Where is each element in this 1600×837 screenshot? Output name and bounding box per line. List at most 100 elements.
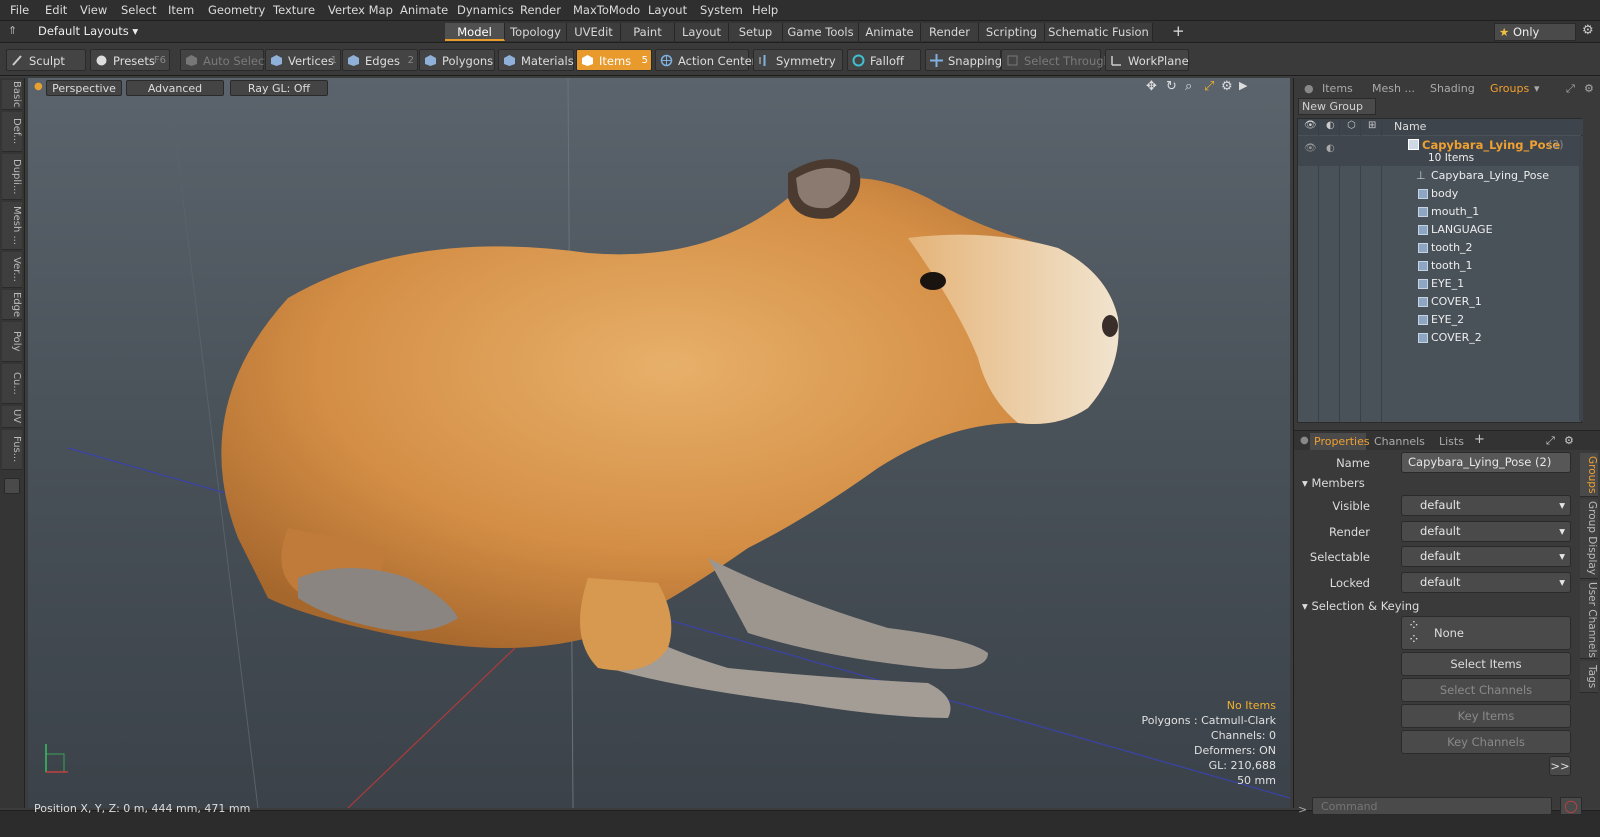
side-tab-user-channels[interactable]: User Channels bbox=[1580, 581, 1598, 659]
menu-view[interactable]: View bbox=[80, 3, 107, 17]
sculpt-button[interactable]: Sculpt bbox=[6, 49, 86, 71]
selection-set-button[interactable]: ⁘ ⁘ None bbox=[1401, 616, 1571, 650]
left-tab-poly[interactable]: Poly bbox=[2, 322, 22, 362]
viewport-expand-icon[interactable]: ▶ bbox=[1239, 79, 1247, 92]
left-tab-uv[interactable]: UV bbox=[2, 406, 22, 428]
tree-item-row[interactable]: EYE_2 bbox=[1298, 311, 1583, 329]
edges-button[interactable]: Edges 2 bbox=[342, 49, 418, 71]
left-tab-cu[interactable]: Cu... bbox=[2, 364, 22, 404]
tree-item-row[interactable]: COVER_2 bbox=[1298, 329, 1583, 347]
new-group-button[interactable]: New Group bbox=[1298, 98, 1376, 115]
tree-item-row[interactable]: COVER_1 bbox=[1298, 293, 1583, 311]
tree-scrollbar[interactable] bbox=[1579, 136, 1583, 421]
presets-button[interactable]: Presets F6 bbox=[90, 49, 170, 71]
maximize-view-icon[interactable]: ⤢ bbox=[1204, 79, 1214, 94]
render-dropdown[interactable]: default ▾ bbox=[1401, 521, 1571, 542]
tree-item-row[interactable]: mouth_1 bbox=[1298, 203, 1583, 221]
rotate-view-icon[interactable]: ↻ bbox=[1166, 79, 1177, 94]
side-tab-group-display[interactable]: Group Display bbox=[1580, 499, 1598, 579]
more-button[interactable]: >> bbox=[1549, 756, 1571, 776]
props-tab-properties[interactable]: Properties bbox=[1310, 433, 1370, 450]
menu-layout[interactable]: Layout bbox=[648, 3, 687, 17]
panel-settings-icon[interactable]: ⚙ bbox=[1584, 82, 1594, 95]
tree-item-row[interactable]: EYE_1 bbox=[1298, 275, 1583, 293]
tree-item-row[interactable]: tooth_1 bbox=[1298, 257, 1583, 275]
group-eye-icon[interactable]: 👁 bbox=[1304, 140, 1317, 158]
tab-setup[interactable]: Setup bbox=[729, 23, 783, 41]
snapping-button[interactable]: Snapping bbox=[925, 49, 1002, 71]
left-tab-edge[interactable]: Edge bbox=[2, 290, 22, 320]
move-view-icon[interactable]: ✥ bbox=[1146, 79, 1157, 94]
menu-geometry[interactable]: Geometry bbox=[208, 3, 265, 17]
menu-render[interactable]: Render bbox=[520, 3, 561, 17]
menu-file[interactable]: File bbox=[10, 3, 29, 17]
locked-dropdown[interactable]: default ▾ bbox=[1401, 572, 1571, 593]
panel-tab-mesh[interactable]: Mesh ... bbox=[1372, 82, 1415, 95]
falloff-button[interactable]: Falloff bbox=[847, 49, 921, 71]
tab-scripting[interactable]: Scripting bbox=[979, 23, 1045, 41]
tree-group-row[interactable]: 👁 ◐ Capybara_Lying_Pose (2) 10 Items bbox=[1298, 136, 1583, 166]
side-tab-tags[interactable]: Tags bbox=[1580, 661, 1598, 693]
panel-tabs-more-icon[interactable]: ▾ bbox=[1534, 82, 1540, 95]
menu-animate[interactable]: Animate bbox=[400, 3, 448, 17]
panel-maximize-icon[interactable]: ⤢ bbox=[1566, 82, 1575, 96]
panel-tab-groups[interactable]: Groups bbox=[1490, 82, 1529, 95]
menu-vertex-map[interactable]: Vertex Map bbox=[328, 3, 393, 17]
shading-mode-button[interactable]: Advanced bbox=[126, 80, 224, 96]
tab-animate[interactable]: Animate bbox=[859, 23, 921, 41]
left-tab-extra-button[interactable] bbox=[4, 478, 20, 494]
3d-viewport[interactable]: ● Perspective Advanced Ray GL: Off ✥ ↻ ⌕… bbox=[28, 78, 1290, 808]
menu-system[interactable]: System bbox=[700, 3, 743, 17]
props-maximize-icon[interactable]: ⤢ bbox=[1546, 434, 1555, 448]
menu-texture[interactable]: Texture bbox=[273, 3, 315, 17]
menu-edit[interactable]: Edit bbox=[45, 3, 67, 17]
auto-select-button[interactable]: Auto Select bbox=[180, 49, 269, 71]
left-tab-basic[interactable]: Basic bbox=[2, 80, 22, 110]
selection-keying-section[interactable]: ▾ Selection & Keying bbox=[1302, 599, 1419, 613]
props-settings-icon[interactable]: ⚙ bbox=[1564, 434, 1574, 447]
zoom-view-icon[interactable]: ⌕ bbox=[1185, 79, 1192, 94]
symmetry-button[interactable]: Symmetry bbox=[753, 49, 843, 71]
items-button[interactable]: Items 5 bbox=[576, 49, 652, 71]
tab-game-tools[interactable]: Game Tools bbox=[783, 23, 859, 41]
left-tab-fus[interactable]: Fus... bbox=[2, 430, 22, 470]
left-tab-mesh[interactable]: Mesh ... bbox=[2, 202, 22, 250]
layout-up-icon[interactable]: ⇑ bbox=[8, 24, 17, 37]
group-name-field[interactable]: Capybara_Lying_Pose (2) bbox=[1401, 452, 1571, 473]
action-center-button[interactable]: Action Center bbox=[655, 49, 756, 71]
side-tab-groups[interactable]: Groups bbox=[1580, 453, 1598, 497]
tab-model[interactable]: Model bbox=[445, 23, 505, 41]
polygons-button[interactable]: Polygons bbox=[419, 49, 495, 71]
view-mode-button[interactable]: Perspective bbox=[46, 80, 122, 96]
tab-uvedit[interactable]: UVEdit bbox=[567, 23, 621, 41]
select-items-button[interactable]: Select Items bbox=[1401, 652, 1571, 676]
raygl-button[interactable]: Ray GL: Off bbox=[230, 80, 328, 96]
tree-item-row[interactable]: ⊥ Capybara_Lying_Pose bbox=[1298, 167, 1583, 185]
left-tab-dupli[interactable]: Dupli... bbox=[2, 154, 22, 200]
menu-maxtomodo[interactable]: MaxToModo bbox=[573, 3, 640, 17]
tab-paint[interactable]: Paint bbox=[621, 23, 675, 41]
menu-dynamics[interactable]: Dynamics bbox=[457, 3, 514, 17]
viewport-settings-icon[interactable]: ⚙ bbox=[1221, 79, 1233, 94]
panel-tab-items[interactable]: Items bbox=[1322, 82, 1353, 95]
key-items-button[interactable]: Key Items bbox=[1401, 704, 1571, 728]
vertices-button[interactable]: Vertices 1 bbox=[265, 49, 341, 71]
tab-render[interactable]: Render bbox=[921, 23, 979, 41]
selectable-dropdown[interactable]: default ▾ bbox=[1401, 546, 1571, 567]
menu-item[interactable]: Item bbox=[168, 3, 194, 17]
command-input[interactable] bbox=[1312, 797, 1552, 815]
layout-selector[interactable]: Default Layouts ▾ bbox=[38, 24, 138, 38]
props-tab-lists[interactable]: Lists bbox=[1439, 435, 1464, 448]
group-render-icon[interactable]: ◐ bbox=[1326, 140, 1335, 158]
materials-button[interactable]: Materials bbox=[498, 49, 574, 71]
add-tab-icon[interactable]: + bbox=[1172, 22, 1185, 40]
key-channels-button[interactable]: Key Channels bbox=[1401, 730, 1571, 754]
workplane-button[interactable]: WorkPlane bbox=[1105, 49, 1189, 71]
capybara-model[interactable] bbox=[221, 159, 1119, 718]
visible-dropdown[interactable]: default ▾ bbox=[1401, 495, 1571, 516]
only-toggle[interactable]: ★ Only bbox=[1494, 23, 1576, 41]
viewport-menu-icon[interactable]: ● bbox=[34, 81, 43, 92]
menu-select[interactable]: Select bbox=[121, 3, 156, 17]
record-icon[interactable]: ◯ bbox=[1560, 797, 1582, 815]
gear-icon[interactable]: ⚙ bbox=[1582, 23, 1594, 38]
